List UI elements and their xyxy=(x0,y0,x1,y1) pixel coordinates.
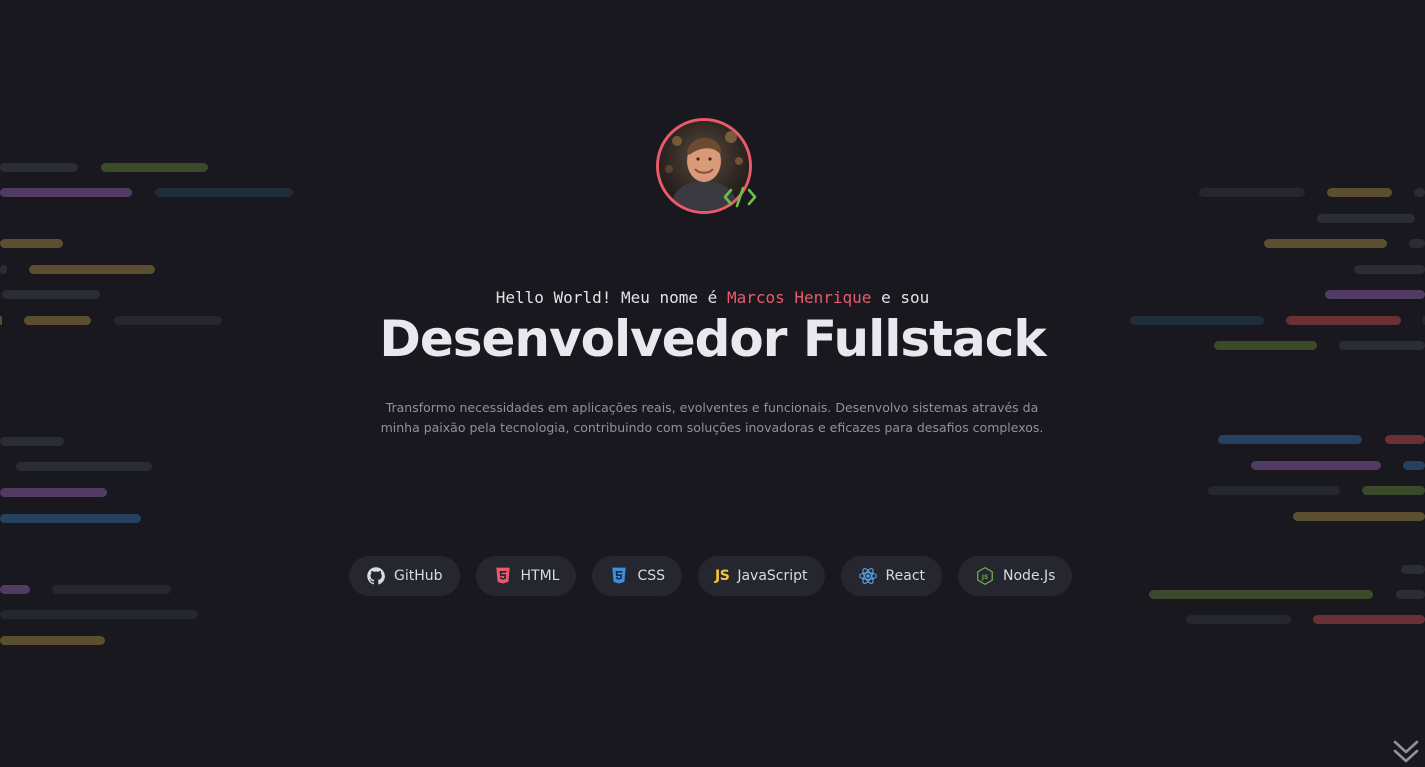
description-line-2: minha paixão pela tecnologia, contribuin… xyxy=(380,420,1044,435)
tag-nodejs[interactable]: JS Node.Js xyxy=(958,556,1073,596)
tag-react[interactable]: React xyxy=(840,556,943,596)
hero-description: Transformo necessidades em aplicações re… xyxy=(362,398,1062,438)
profile-avatar-container xyxy=(656,118,757,214)
tech-tags: GitHub HTML CSS JS JavaScript React JS N… xyxy=(349,556,1073,596)
hero-section: Hello World! Meu nome é Marcos Henrique … xyxy=(0,0,1425,767)
description-line-1: Transformo necessidades em aplicações re… xyxy=(385,400,1039,415)
scroll-down-chevron-icon[interactable] xyxy=(1392,738,1420,766)
tag-label: React xyxy=(885,568,926,584)
code-icon xyxy=(723,186,757,208)
tag-label: HTML xyxy=(520,568,560,584)
tag-label: JavaScript xyxy=(737,568,808,584)
greeting-suffix: e sou xyxy=(871,288,930,307)
css3-icon xyxy=(612,567,627,584)
developer-name: Marcos Henrique xyxy=(726,288,872,307)
nodejs-icon: JS xyxy=(977,567,993,585)
greeting-line: Hello World! Meu nome é Marcos Henrique … xyxy=(0,288,1425,307)
html5-icon xyxy=(495,567,510,584)
tag-label: Node.Js xyxy=(1003,568,1056,584)
svg-text:JS: JS xyxy=(981,575,988,581)
greeting-prefix: Hello World! Meu nome é xyxy=(495,288,727,307)
page-title: Desenvolvedor Fullstack xyxy=(379,310,1046,368)
tag-github[interactable]: GitHub xyxy=(349,556,460,596)
react-icon xyxy=(858,568,877,584)
tag-css[interactable]: CSS xyxy=(592,556,683,596)
tag-html[interactable]: HTML xyxy=(475,556,577,596)
tag-label: GitHub xyxy=(394,568,443,584)
github-icon xyxy=(367,567,385,585)
tag-javascript[interactable]: JS JavaScript xyxy=(698,556,825,596)
javascript-icon: JS xyxy=(715,568,730,584)
tag-label: CSS xyxy=(637,568,666,584)
